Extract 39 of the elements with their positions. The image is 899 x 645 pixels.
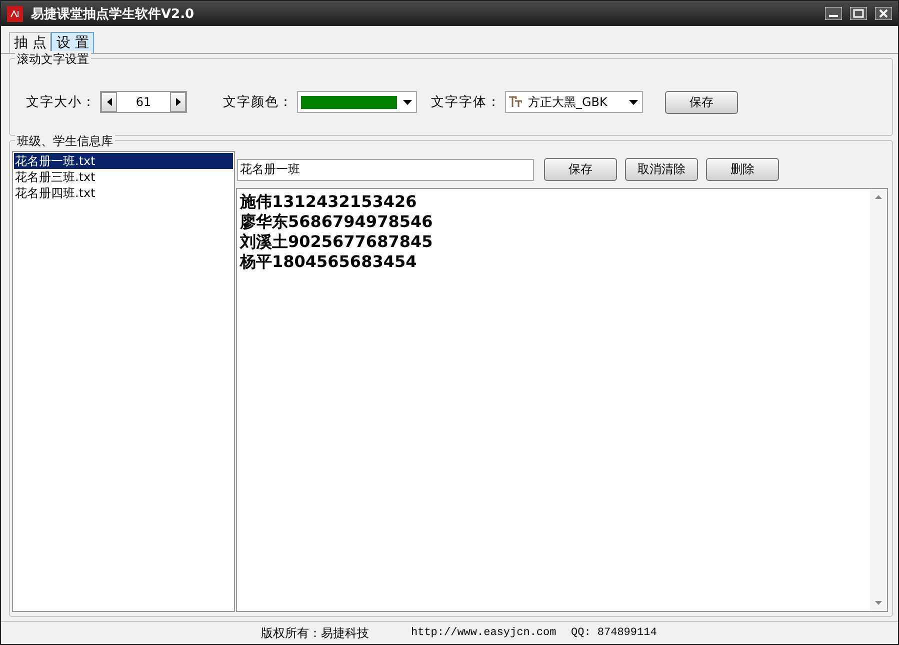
size-spinner[interactable]: 61 xyxy=(100,91,187,113)
font-dropdown[interactable]: 方正大黑_GBK xyxy=(505,91,643,113)
color-dropdown[interactable] xyxy=(297,91,417,113)
file-item[interactable]: 花名册三班.txt xyxy=(14,169,233,185)
file-item[interactable]: 花名册四班.txt xyxy=(14,185,233,201)
font-label: 文字字体： xyxy=(431,94,501,111)
close-button[interactable] xyxy=(875,7,892,20)
increment-button[interactable] xyxy=(170,92,186,112)
file-item[interactable]: 花名册一班.txt xyxy=(14,153,233,169)
action-button[interactable]: 删除 xyxy=(706,158,779,181)
maximize-button[interactable] xyxy=(850,7,867,20)
qq-text: QQ: 874899114 xyxy=(571,627,658,639)
font-icon xyxy=(509,96,522,108)
student-line: 杨平1804565683454 xyxy=(240,252,418,272)
dropdown-arrow-icon xyxy=(403,100,412,104)
size-label: 文字大小： xyxy=(26,94,96,111)
action-button[interactable]: 保存 xyxy=(544,158,617,181)
dropdown-arrow-icon xyxy=(629,100,638,104)
scrollbar[interactable] xyxy=(870,189,887,611)
left-arrow-icon xyxy=(106,98,112,106)
group-title: 班级、学生信息库 xyxy=(15,133,115,150)
action-button[interactable]: 取消清除 xyxy=(625,158,698,181)
window-title: 易捷课堂抽点学生软件V2.0 xyxy=(31,6,196,22)
student-line: 施伟1312432153426 xyxy=(240,192,418,212)
app-logo-icon xyxy=(7,6,23,22)
tab[interactable]: 抽 点 xyxy=(9,32,52,53)
decrement-button[interactable] xyxy=(101,92,117,112)
website-link[interactable]: http://www.easyjcn.com xyxy=(411,627,571,639)
student-textarea[interactable]: 施伟1312432153426 廖华东5686794978546 刘溪土9025677687845 杨平1804565683454 xyxy=(236,188,888,612)
student-line: 廖华东5686794978546 xyxy=(240,212,434,232)
tab[interactable]: 设 置 xyxy=(51,32,94,53)
right-arrow-icon xyxy=(176,98,180,106)
save-button[interactable]: 保存 xyxy=(665,90,738,114)
name-field[interactable]: 花名册一班 xyxy=(237,158,534,180)
student-line: 刘溪土9025677687845 xyxy=(240,232,434,252)
group-title: 滚动文字设置 xyxy=(15,51,91,68)
copyright-text: 版权所有：易捷科技 xyxy=(261,624,370,642)
minimize-button[interactable] xyxy=(825,7,842,20)
color-label: 文字颜色： xyxy=(223,94,293,111)
